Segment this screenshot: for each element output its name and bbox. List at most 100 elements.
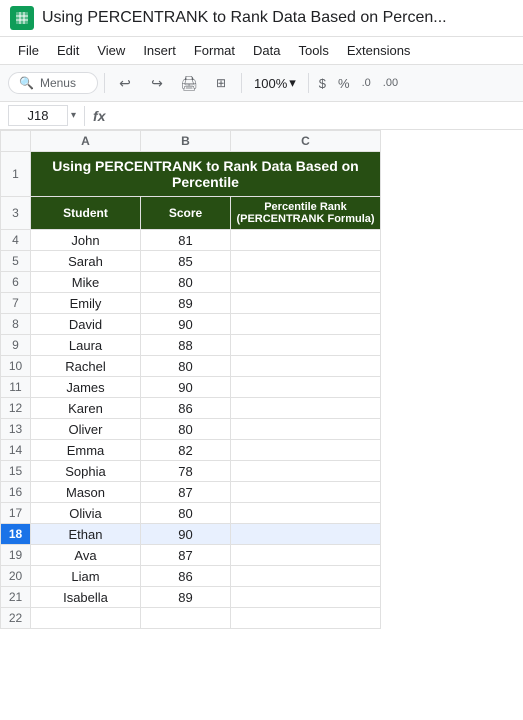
row-num-18[interactable]: 18 bbox=[1, 524, 31, 545]
row-num-1[interactable]: 1 bbox=[1, 152, 31, 197]
row-num-15[interactable]: 15 bbox=[1, 461, 31, 482]
cell-student-7[interactable]: Emily bbox=[31, 293, 141, 314]
row-num-14[interactable]: 14 bbox=[1, 440, 31, 461]
cell-percentile-21[interactable] bbox=[231, 587, 381, 608]
cell-student-17[interactable]: Olivia bbox=[31, 503, 141, 524]
row-num-20[interactable]: 20 bbox=[1, 566, 31, 587]
cell-score-19[interactable]: 87 bbox=[141, 545, 231, 566]
row-num-9[interactable]: 9 bbox=[1, 335, 31, 356]
cell-c22[interactable] bbox=[231, 608, 381, 629]
cell-percentile-19[interactable] bbox=[231, 545, 381, 566]
zoom-control[interactable]: 100% ▾ bbox=[248, 73, 302, 93]
cell-score-9[interactable]: 88 bbox=[141, 335, 231, 356]
print-button[interactable]: 🖨 bbox=[175, 69, 203, 97]
cell-student-19[interactable]: Ava bbox=[31, 545, 141, 566]
cell-student-18[interactable]: Ethan bbox=[31, 524, 141, 545]
row-num-8[interactable]: 8 bbox=[1, 314, 31, 335]
cell-score-6[interactable]: 80 bbox=[141, 272, 231, 293]
row-num-17[interactable]: 17 bbox=[1, 503, 31, 524]
currency-button[interactable]: $ bbox=[315, 74, 330, 93]
cell-student-6[interactable]: Mike bbox=[31, 272, 141, 293]
cell-score-4[interactable]: 81 bbox=[141, 230, 231, 251]
menu-data[interactable]: Data bbox=[245, 39, 288, 62]
cell-percentile-8[interactable] bbox=[231, 314, 381, 335]
menu-insert[interactable]: Insert bbox=[135, 39, 184, 62]
cell-percentile-7[interactable] bbox=[231, 293, 381, 314]
cell-percentile-14[interactable] bbox=[231, 440, 381, 461]
menu-view[interactable]: View bbox=[89, 39, 133, 62]
cell-score-20[interactable]: 86 bbox=[141, 566, 231, 587]
cell-percentile-20[interactable] bbox=[231, 566, 381, 587]
row-num-3[interactable]: 3 bbox=[1, 197, 31, 230]
cell-percentile-6[interactable] bbox=[231, 272, 381, 293]
cell-student-8[interactable]: David bbox=[31, 314, 141, 335]
cell-student-5[interactable]: Sarah bbox=[31, 251, 141, 272]
cell-score-14[interactable]: 82 bbox=[141, 440, 231, 461]
row-num-21[interactable]: 21 bbox=[1, 587, 31, 608]
row-num-16[interactable]: 16 bbox=[1, 482, 31, 503]
row-num-5[interactable]: 5 bbox=[1, 251, 31, 272]
col-header-a[interactable]: A bbox=[31, 131, 141, 152]
menu-file[interactable]: File bbox=[10, 39, 47, 62]
row-num-11[interactable]: 11 bbox=[1, 377, 31, 398]
cell-percentile-15[interactable] bbox=[231, 461, 381, 482]
cell-student-9[interactable]: Laura bbox=[31, 335, 141, 356]
percent-button[interactable]: % bbox=[334, 74, 354, 93]
decimal-decrease-button[interactable]: .0 bbox=[358, 75, 375, 91]
row-num-7[interactable]: 7 bbox=[1, 293, 31, 314]
cell-score-5[interactable]: 85 bbox=[141, 251, 231, 272]
cell-b22[interactable] bbox=[141, 608, 231, 629]
col-header-b[interactable]: B bbox=[141, 131, 231, 152]
cell-score-18[interactable]: 90 bbox=[141, 524, 231, 545]
row-num-6[interactable]: 6 bbox=[1, 272, 31, 293]
cell-student-13[interactable]: Oliver bbox=[31, 419, 141, 440]
cell-percentile-18[interactable] bbox=[231, 524, 381, 545]
menu-tools[interactable]: Tools bbox=[290, 39, 336, 62]
row-num-10[interactable]: 10 bbox=[1, 356, 31, 377]
cell-student-14[interactable]: Emma bbox=[31, 440, 141, 461]
cell-percentile-10[interactable] bbox=[231, 356, 381, 377]
col-header-c[interactable]: C bbox=[231, 131, 381, 152]
cell-score-10[interactable]: 80 bbox=[141, 356, 231, 377]
cell-reference[interactable]: J18 bbox=[8, 105, 68, 126]
cell-ref-arrow[interactable]: ▾ bbox=[71, 110, 76, 121]
row-num-13[interactable]: 13 bbox=[1, 419, 31, 440]
cell-percentile-11[interactable] bbox=[231, 377, 381, 398]
cell-percentile-16[interactable] bbox=[231, 482, 381, 503]
cell-student-20[interactable]: Liam bbox=[31, 566, 141, 587]
cell-percentile-4[interactable] bbox=[231, 230, 381, 251]
cell-student-16[interactable]: Mason bbox=[31, 482, 141, 503]
cell-student-12[interactable]: Karen bbox=[31, 398, 141, 419]
cell-score-21[interactable]: 89 bbox=[141, 587, 231, 608]
menu-format[interactable]: Format bbox=[186, 39, 243, 62]
cell-score-12[interactable]: 86 bbox=[141, 398, 231, 419]
cell-percentile-17[interactable] bbox=[231, 503, 381, 524]
decimal-increase-button[interactable]: .00 bbox=[379, 75, 402, 91]
cell-score-7[interactable]: 89 bbox=[141, 293, 231, 314]
row-num-4[interactable]: 4 bbox=[1, 230, 31, 251]
cell-score-16[interactable]: 87 bbox=[141, 482, 231, 503]
cell-student-11[interactable]: James bbox=[31, 377, 141, 398]
menu-edit[interactable]: Edit bbox=[49, 39, 87, 62]
cell-score-11[interactable]: 90 bbox=[141, 377, 231, 398]
row-num-19[interactable]: 19 bbox=[1, 545, 31, 566]
cell-student-4[interactable]: John bbox=[31, 230, 141, 251]
row-num-22[interactable]: 22 bbox=[1, 608, 31, 629]
cell-percentile-13[interactable] bbox=[231, 419, 381, 440]
paint-format-button[interactable]: ⊞ bbox=[207, 69, 235, 97]
redo-button[interactable]: ↪ bbox=[143, 69, 171, 97]
cell-percentile-5[interactable] bbox=[231, 251, 381, 272]
cell-student-15[interactable]: Sophia bbox=[31, 461, 141, 482]
menu-extensions[interactable]: Extensions bbox=[339, 39, 419, 62]
cell-score-15[interactable]: 78 bbox=[141, 461, 231, 482]
cell-student-10[interactable]: Rachel bbox=[31, 356, 141, 377]
cell-score-8[interactable]: 90 bbox=[141, 314, 231, 335]
cell-percentile-9[interactable] bbox=[231, 335, 381, 356]
menus-search[interactable]: 🔍 Menus bbox=[8, 72, 98, 94]
cell-score-17[interactable]: 80 bbox=[141, 503, 231, 524]
cell-student-21[interactable]: Isabella bbox=[31, 587, 141, 608]
cell-score-13[interactable]: 80 bbox=[141, 419, 231, 440]
undo-button[interactable]: ↩ bbox=[111, 69, 139, 97]
cell-percentile-12[interactable] bbox=[231, 398, 381, 419]
row-num-12[interactable]: 12 bbox=[1, 398, 31, 419]
